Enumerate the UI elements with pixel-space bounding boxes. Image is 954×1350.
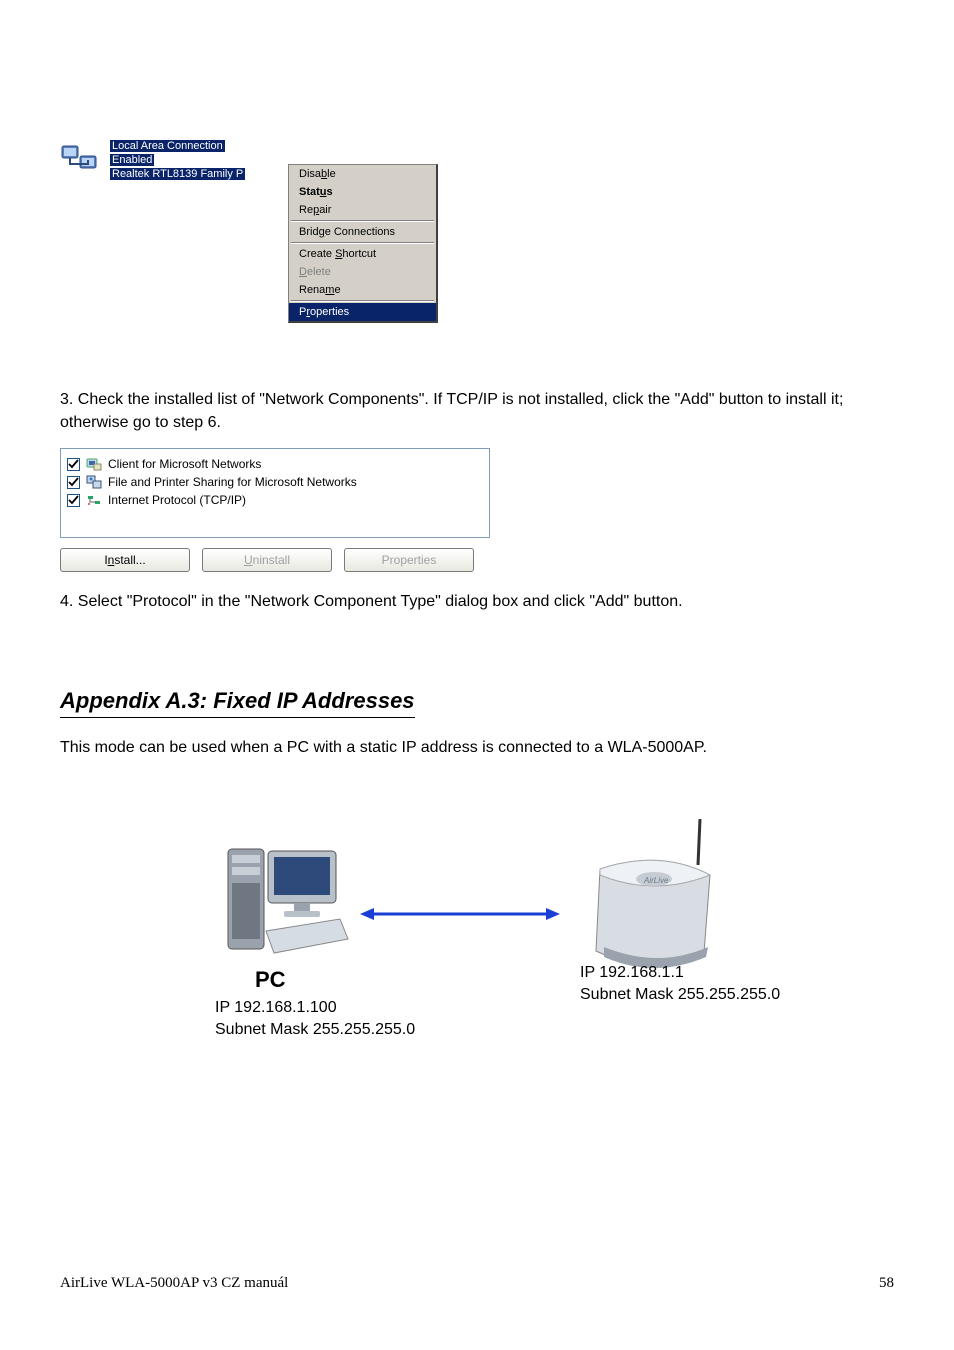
connection-adapter: Realtek RTL8139 Family P	[110, 168, 245, 180]
list-item[interactable]: File and Printer Sharing for Microsoft N…	[67, 473, 483, 491]
menu-separator	[291, 220, 434, 222]
router-subnet-label: Subnet Mask 255.255.255.0	[580, 986, 780, 1004]
checkbox-icon[interactable]	[67, 476, 80, 489]
pc-subnet-label: Subnet Mask 255.255.255.0	[215, 1021, 415, 1039]
footer-left: AirLive WLA-5000AP v3 CZ manuál	[60, 1275, 288, 1292]
router-icon: AirLive	[580, 819, 730, 979]
connection-state: Enabled	[110, 154, 154, 166]
context-menu: Disable Status Repair Bridge Connections…	[288, 164, 438, 323]
appendix-heading: Appendix A.3: Fixed IP Addresses	[60, 688, 415, 718]
pc-label: PC	[255, 967, 286, 993]
protocol-icon	[86, 492, 102, 508]
menu-properties[interactable]: Properties	[289, 303, 436, 321]
checkbox-icon[interactable]	[67, 494, 80, 507]
menu-disable[interactable]: Disable	[289, 165, 436, 183]
install-button[interactable]: Install...	[60, 548, 190, 572]
menu-create-shortcut[interactable]: Create Shortcut	[289, 245, 436, 263]
network-components-list: Client for Microsoft Networks File and P…	[60, 448, 490, 538]
network-diagram: PC AirLive IP 192.168.1.100 Subnet Mask …	[60, 789, 894, 1049]
list-item-label: Internet Protocol (TCP/IP)	[108, 493, 246, 507]
lan-context-menu-screenshot: Local Area Connection Enabled Realtek RT…	[60, 140, 894, 370]
step-4-text: 4. Select "Protocol" in the "Network Com…	[60, 590, 894, 613]
list-item-label: File and Printer Sharing for Microsoft N…	[108, 475, 357, 489]
properties-button: Properties	[344, 548, 474, 572]
router-ip-label: IP 192.168.1.1	[580, 964, 684, 982]
pc-ip-label: IP 192.168.1.100	[215, 999, 337, 1017]
menu-status[interactable]: Status	[289, 183, 436, 201]
menu-bridge[interactable]: Bridge Connections	[289, 223, 436, 241]
menu-repair[interactable]: Repair	[289, 201, 436, 219]
svg-text:AirLive: AirLive	[643, 876, 669, 885]
list-item-label: Client for Microsoft Networks	[108, 457, 261, 471]
connection-title: Local Area Connection	[110, 140, 225, 152]
appendix-body: This mode can be used when a PC with a s…	[60, 736, 894, 759]
pc-icon	[220, 839, 350, 972]
list-item[interactable]: Internet Protocol (TCP/IP)	[67, 491, 483, 509]
footer-right: 58	[879, 1275, 894, 1292]
menu-rename[interactable]: Rename	[289, 281, 436, 299]
step-3-text: 3. Check the installed list of "Network …	[60, 388, 894, 434]
menu-separator	[291, 300, 434, 302]
uninstall-button: Uninstall	[202, 548, 332, 572]
list-item[interactable]: Client for Microsoft Networks	[67, 455, 483, 473]
network-connection-icon	[60, 142, 104, 178]
menu-separator	[291, 242, 434, 244]
double-arrow-icon	[360, 904, 560, 924]
client-icon	[86, 456, 102, 472]
share-icon	[86, 474, 102, 490]
checkbox-icon[interactable]	[67, 458, 80, 471]
network-components-screenshot: Client for Microsoft Networks File and P…	[60, 448, 490, 572]
menu-delete: Delete	[289, 263, 436, 281]
